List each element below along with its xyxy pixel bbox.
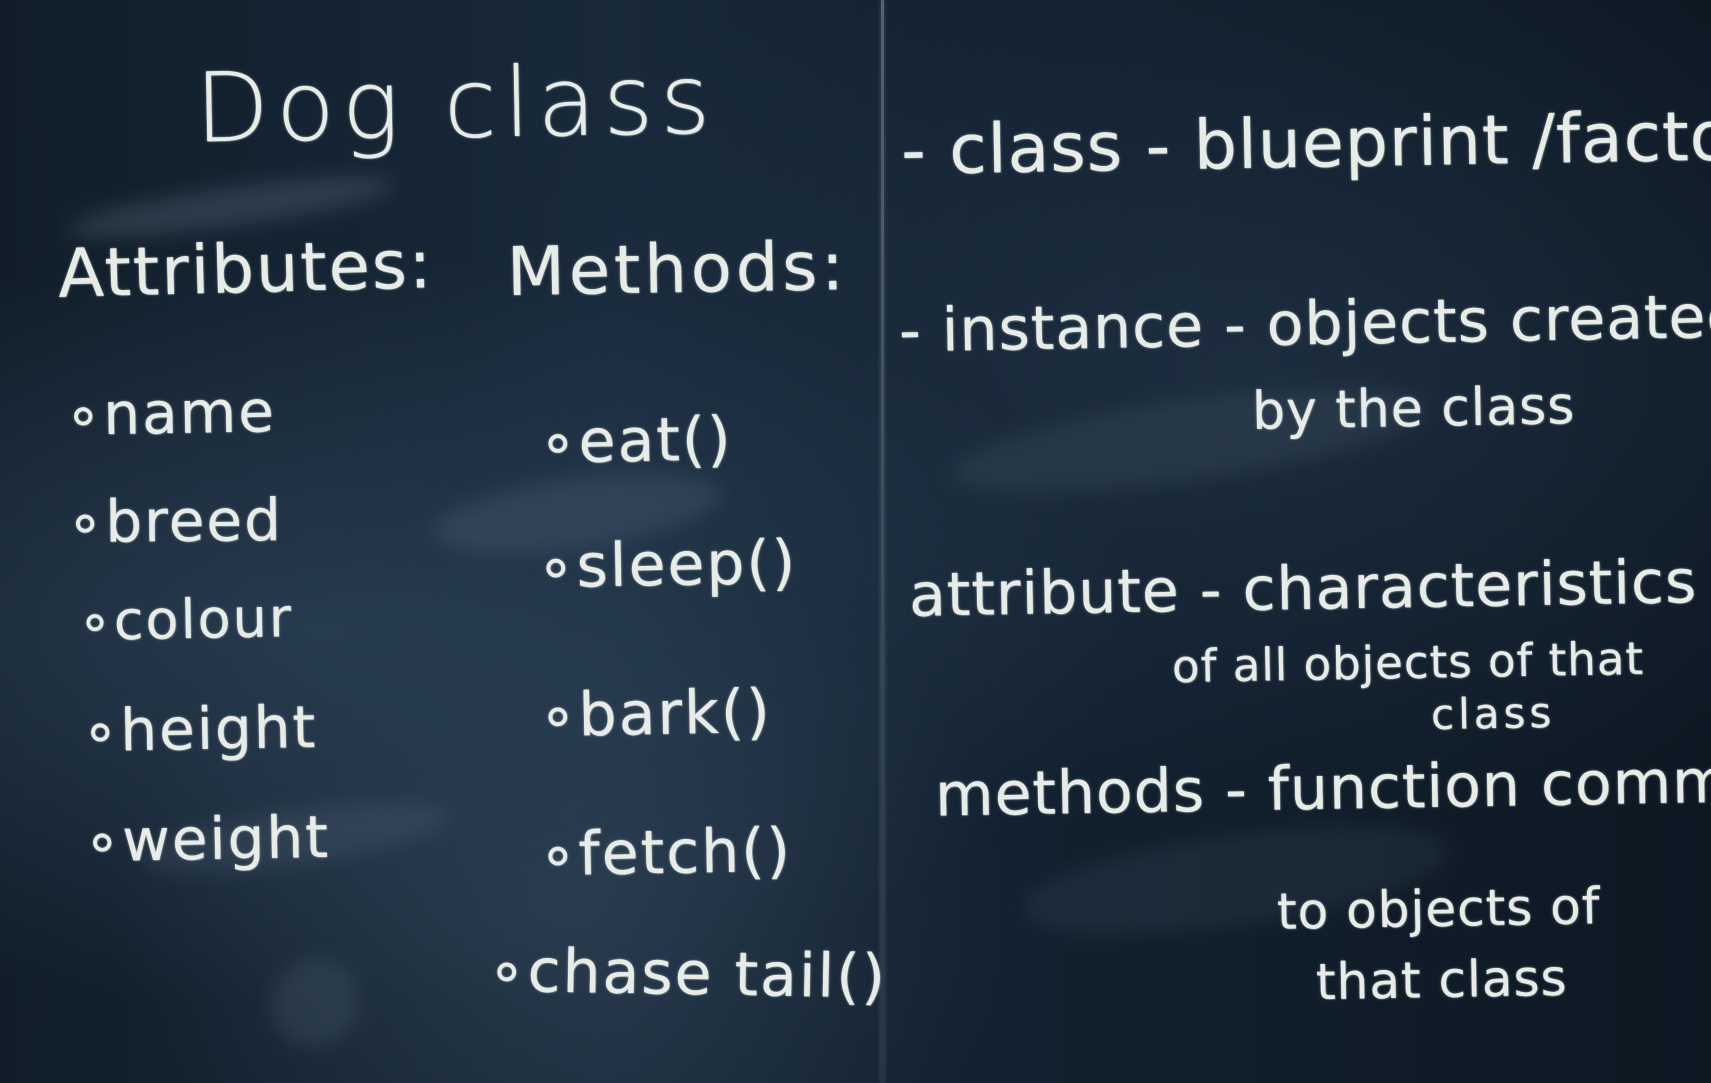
definition-methods-class: that class <box>1315 948 1569 1012</box>
attribute-breed: ∘breed <box>66 486 284 556</box>
definition-instance-continued: by the class <box>1251 376 1576 442</box>
definition-attribute: attribute - characteristics <box>908 547 1698 631</box>
method-bark: ∘bark() <box>538 676 773 752</box>
attribute-height: ∘height <box>81 692 318 766</box>
chalk-smudge <box>253 940 377 1065</box>
chalkboard: Dog class Attributes: Methods: ∘name ∘br… <box>0 0 1711 1083</box>
definition-methods: methods - function common <box>934 745 1711 831</box>
attributes-heading: Attributes: <box>57 225 435 313</box>
attribute-colour: ∘colour <box>77 586 294 653</box>
definition-class: - class - blueprint /factory <box>900 96 1711 191</box>
dog-class-title: Dog class <box>194 43 719 165</box>
method-sleep: ∘sleep() <box>536 527 798 603</box>
methods-heading: Methods: <box>506 227 849 311</box>
definition-instance: - instance - objects created <box>898 281 1711 367</box>
definition-attribute-continued: of all objects of that <box>1171 631 1645 694</box>
attribute-weight: ∘weight <box>83 802 331 876</box>
board-divider <box>881 0 884 1083</box>
attribute-name: ∘name <box>64 377 277 449</box>
method-chase-tail: ∘chase tail() <box>487 935 888 1013</box>
method-eat: ∘eat() <box>538 404 734 478</box>
definition-attribute-class: class <box>1430 687 1556 740</box>
definition-methods-continued: to objects of <box>1276 877 1601 941</box>
method-fetch: ∘fetch() <box>538 815 793 891</box>
